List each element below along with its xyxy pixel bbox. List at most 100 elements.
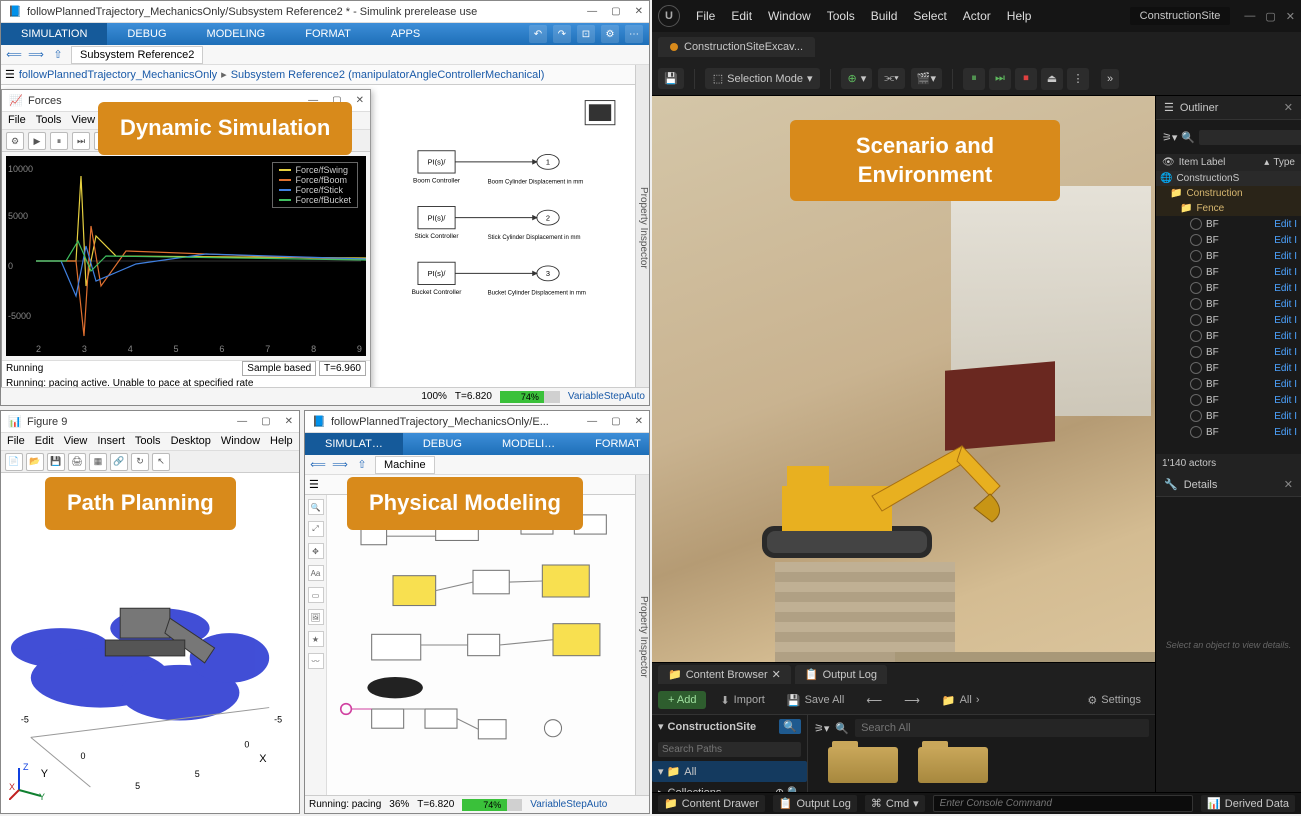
- folder-item[interactable]: [828, 747, 898, 783]
- visibility-toggle[interactable]: [1190, 426, 1202, 438]
- menu-tools[interactable]: Tools: [36, 114, 62, 127]
- menu-view[interactable]: View: [71, 114, 95, 127]
- minimize-button[interactable]: —: [587, 416, 597, 427]
- visibility-toggle[interactable]: [1190, 298, 1202, 310]
- search-assets-input[interactable]: [855, 719, 1149, 737]
- nav-back-icon[interactable]: ⟸: [309, 458, 327, 471]
- tab-simulation[interactable]: SIMULAT…: [305, 433, 403, 455]
- pan-button[interactable]: ✥: [308, 543, 324, 559]
- scope-settings-button[interactable]: ⚙: [6, 132, 24, 150]
- machine-tab[interactable]: Machine: [375, 456, 435, 474]
- visibility-toggle[interactable]: [1190, 218, 1202, 230]
- asset-grid[interactable]: [808, 741, 1155, 789]
- derived-data-button[interactable]: 📊 Derived Data: [1201, 795, 1295, 812]
- details-header[interactable]: 🔧 Details ✕: [1156, 473, 1301, 497]
- quick-access-button[interactable]: ⋯: [625, 25, 643, 43]
- tab-modeling[interactable]: MODELING: [187, 23, 286, 45]
- model-browser-icon[interactable]: ☰: [5, 68, 15, 81]
- folder-row[interactable]: 📁Fence: [1156, 201, 1301, 216]
- close-button[interactable]: ✕: [285, 416, 293, 427]
- subsystem-tab[interactable]: Subsystem Reference2: [71, 46, 203, 64]
- blueprint-button[interactable]: ⫘▾: [878, 68, 905, 89]
- menu-build[interactable]: Build: [871, 9, 898, 23]
- visibility-toggle[interactable]: [1190, 410, 1202, 422]
- controller-diagram[interactable]: PI(s)/ Boom Controller 1 Boom Cylinder D…: [386, 95, 645, 383]
- visibility-toggle[interactable]: [1190, 250, 1202, 262]
- maximize-button[interactable]: ▢: [1265, 10, 1275, 23]
- edit-link[interactable]: Edit I: [1274, 267, 1297, 278]
- tab-format[interactable]: FORMAT: [285, 23, 371, 45]
- tab-modeling[interactable]: MODELI…: [482, 433, 575, 455]
- area-button[interactable]: ▭: [308, 587, 324, 603]
- content-drawer-button[interactable]: 📁 Content Drawer: [658, 795, 765, 812]
- menu-file[interactable]: File: [8, 114, 26, 127]
- close-icon[interactable]: ✕: [1284, 478, 1293, 491]
- solver-link[interactable]: VariableStepAuto: [568, 391, 645, 402]
- edit-link[interactable]: Edit I: [1274, 427, 1297, 438]
- filter-button[interactable]: ⚞▾: [1162, 131, 1177, 144]
- pointer-button[interactable]: ↖: [152, 453, 170, 471]
- minimize-button[interactable]: —: [1244, 10, 1255, 23]
- close-button[interactable]: ✕: [1286, 10, 1295, 23]
- add-button[interactable]: + Add: [658, 691, 706, 709]
- actor-row[interactable]: BFEdit I: [1156, 264, 1301, 280]
- edit-link[interactable]: Edit I: [1274, 219, 1297, 230]
- level-tab[interactable]: ConstructionSiteExcav...: [658, 37, 815, 57]
- breadcrumb-leaf[interactable]: Subsystem Reference2 (manipulatorAngleCo…: [229, 69, 547, 81]
- nav-forward-icon[interactable]: ⟹: [27, 48, 45, 61]
- visibility-toggle[interactable]: [1190, 346, 1202, 358]
- actor-row[interactable]: BFEdit I: [1156, 344, 1301, 360]
- quick-access-button[interactable]: ⊡: [577, 25, 595, 43]
- nav-up-icon[interactable]: ⇧: [353, 458, 371, 471]
- edit-link[interactable]: Edit I: [1274, 315, 1297, 326]
- menu-window[interactable]: Window: [768, 9, 811, 23]
- collections-header[interactable]: ▸ Collections ⊕ 🔍: [652, 782, 807, 792]
- ue-titlebar[interactable]: U File Edit Window Tools Build Select Ac…: [652, 0, 1301, 32]
- close-button[interactable]: ✕: [356, 95, 364, 106]
- step-button[interactable]: ⏭: [72, 132, 90, 150]
- actor-row[interactable]: BFEdit I: [1156, 296, 1301, 312]
- filter-button[interactable]: ⚞▾: [814, 722, 829, 735]
- nav-forward-icon[interactable]: ⟹: [331, 458, 349, 471]
- edit-link[interactable]: Edit I: [1274, 235, 1297, 246]
- maximize-button[interactable]: ▢: [261, 416, 270, 427]
- annotation-button[interactable]: Aa: [308, 565, 324, 581]
- play-options-button[interactable]: ⋮: [1067, 68, 1089, 90]
- actor-row[interactable]: BFEdit I: [1156, 248, 1301, 264]
- content-browser-tab[interactable]: 📁 Content Browser ✕: [658, 665, 791, 684]
- import-button[interactable]: ⬇ Import: [712, 691, 772, 710]
- maximize-button[interactable]: ▢: [611, 6, 620, 17]
- tab-debug[interactable]: DEBUG: [107, 23, 186, 45]
- menu-select[interactable]: Select: [913, 9, 946, 23]
- edit-link[interactable]: Edit I: [1274, 283, 1297, 294]
- menu-file[interactable]: File: [7, 435, 25, 448]
- save-all-button[interactable]: 💾 Save All: [779, 691, 852, 710]
- rotate-button[interactable]: ↻: [131, 453, 149, 471]
- model-browser-icon[interactable]: ☰: [309, 478, 319, 491]
- menu-window[interactable]: Window: [221, 435, 260, 448]
- close-button[interactable]: ✕: [635, 6, 643, 17]
- output-log-button[interactable]: 📋 Output Log: [773, 795, 857, 812]
- signal-button[interactable]: 〰: [308, 653, 324, 669]
- visibility-toggle[interactable]: [1190, 394, 1202, 406]
- viewmark-button[interactable]: ★: [308, 631, 324, 647]
- history-forward-button[interactable]: ⟶: [896, 691, 928, 710]
- actor-row[interactable]: BFEdit I: [1156, 216, 1301, 232]
- visibility-toggle[interactable]: [1190, 362, 1202, 374]
- open-button[interactable]: 📂: [26, 453, 44, 471]
- search-icon[interactable]: 🔍: [779, 719, 801, 734]
- edit-link[interactable]: Edit I: [1274, 251, 1297, 262]
- outliner-tree[interactable]: 🌐ConstructionS 📁Construction 📁Fence BFEd…: [1156, 171, 1301, 454]
- menu-help[interactable]: Help: [1007, 9, 1032, 23]
- outliner-search-input[interactable]: [1199, 130, 1301, 145]
- add-content-button[interactable]: ⊕▾: [841, 68, 872, 89]
- tab-debug[interactable]: DEBUG: [403, 433, 482, 455]
- quick-access-button[interactable]: ↷: [553, 25, 571, 43]
- actor-row[interactable]: BFEdit I: [1156, 408, 1301, 424]
- visibility-toggle[interactable]: [1190, 282, 1202, 294]
- visibility-toggle[interactable]: [1190, 378, 1202, 390]
- eject-button[interactable]: ⏏: [1041, 68, 1063, 90]
- quick-access-button[interactable]: ↶: [529, 25, 547, 43]
- stop-button[interactable]: ⏹: [1015, 68, 1037, 90]
- actor-row[interactable]: BFEdit I: [1156, 232, 1301, 248]
